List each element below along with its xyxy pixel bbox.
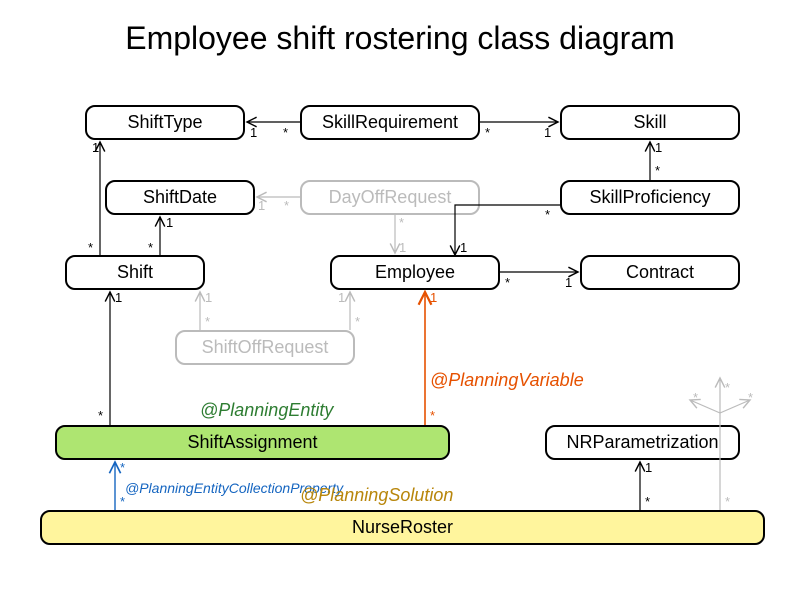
annotation-planning-solution: @PlanningSolution: [300, 485, 453, 506]
mult: *: [485, 125, 490, 140]
mult: *: [725, 494, 730, 509]
mult: 1: [399, 240, 406, 255]
class-shiftdate: ShiftDate: [105, 180, 255, 215]
mult: 1: [544, 125, 551, 140]
mult: *: [645, 494, 650, 509]
class-employee: Employee: [330, 255, 500, 290]
mult: *: [88, 240, 93, 255]
mult: *: [283, 125, 288, 140]
class-shifttype: ShiftType: [85, 105, 245, 140]
mult: 1: [205, 290, 212, 305]
mult: *: [148, 240, 153, 255]
mult: *: [693, 390, 698, 405]
class-nrparametrization: NRParametrization: [545, 425, 740, 460]
mult: *: [284, 198, 289, 213]
annotation-planning-variable: @PlanningVariable: [430, 370, 584, 391]
class-shiftassignment: ShiftAssignment: [55, 425, 450, 460]
mult: 1: [655, 140, 662, 155]
class-skill: Skill: [560, 105, 740, 140]
mult: 1: [460, 240, 467, 255]
mult: *: [98, 408, 103, 423]
class-shift: Shift: [65, 255, 205, 290]
mult: 1: [166, 215, 173, 230]
mult: *: [430, 408, 435, 423]
mult: *: [505, 275, 510, 290]
mult: 1: [565, 275, 572, 290]
class-skillrequirement: SkillRequirement: [300, 105, 480, 140]
mult: *: [399, 215, 404, 230]
mult: 1: [115, 290, 122, 305]
mult: *: [120, 460, 125, 475]
mult: *: [355, 314, 360, 329]
mult: *: [748, 390, 753, 405]
annotation-planning-entity: @PlanningEntity: [200, 400, 333, 421]
diagram-title: Employee shift rostering class diagram: [0, 20, 800, 57]
mult: 1: [645, 460, 652, 475]
mult: *: [205, 314, 210, 329]
mult: *: [655, 163, 660, 178]
class-shiftoffrequest: ShiftOffRequest: [175, 330, 355, 365]
class-nurseroster: NurseRoster: [40, 510, 765, 545]
mult: 1: [430, 290, 437, 305]
mult: 1: [258, 198, 265, 213]
mult: 1: [250, 125, 257, 140]
mult: 1: [92, 140, 99, 155]
mult: *: [120, 494, 125, 509]
mult: *: [545, 207, 550, 222]
class-dayoffrequest: DayOffRequest: [300, 180, 480, 215]
mult: *: [725, 380, 730, 395]
class-contract: Contract: [580, 255, 740, 290]
mult: 1: [338, 290, 345, 305]
class-skillproficiency: SkillProficiency: [560, 180, 740, 215]
